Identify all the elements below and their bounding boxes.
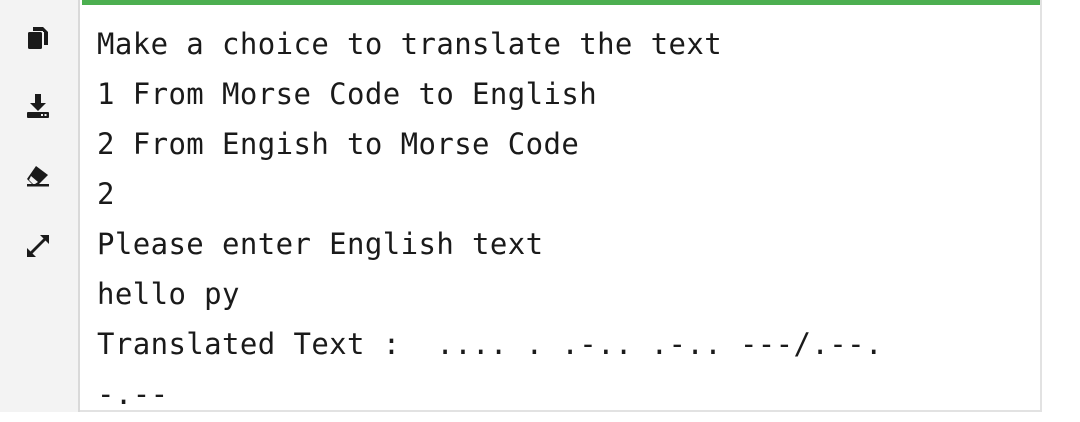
output-line: 2 From Engish to Morse Code bbox=[97, 127, 580, 161]
output-line: Please enter English text bbox=[97, 227, 544, 261]
download-button[interactable] bbox=[18, 86, 58, 126]
output-line: Translated Text : .... . .-.. .-.. ---/.… bbox=[97, 327, 883, 361]
console-output: Make a choice to translate the text 1 Fr… bbox=[82, 0, 1040, 411]
download-icon bbox=[27, 94, 49, 118]
eraser-icon bbox=[27, 166, 49, 187]
output-line: Make a choice to translate the text bbox=[97, 27, 723, 61]
output-line: 2 bbox=[97, 177, 115, 211]
output-line: -.-- bbox=[97, 377, 169, 411]
output-toolbar bbox=[0, 0, 80, 412]
clear-output-button[interactable] bbox=[18, 156, 58, 196]
output-line: hello py bbox=[97, 277, 240, 311]
copy-button[interactable] bbox=[18, 18, 58, 58]
code-output-panel: Make a choice to translate the text 1 Fr… bbox=[0, 0, 1042, 412]
expand-icon bbox=[27, 235, 49, 257]
expand-button[interactable] bbox=[18, 226, 58, 266]
output-lines: Make a choice to translate the text 1 Fr… bbox=[97, 19, 883, 419]
output-line: 1 From Morse Code to English bbox=[97, 77, 598, 111]
copy-icon bbox=[28, 27, 48, 49]
